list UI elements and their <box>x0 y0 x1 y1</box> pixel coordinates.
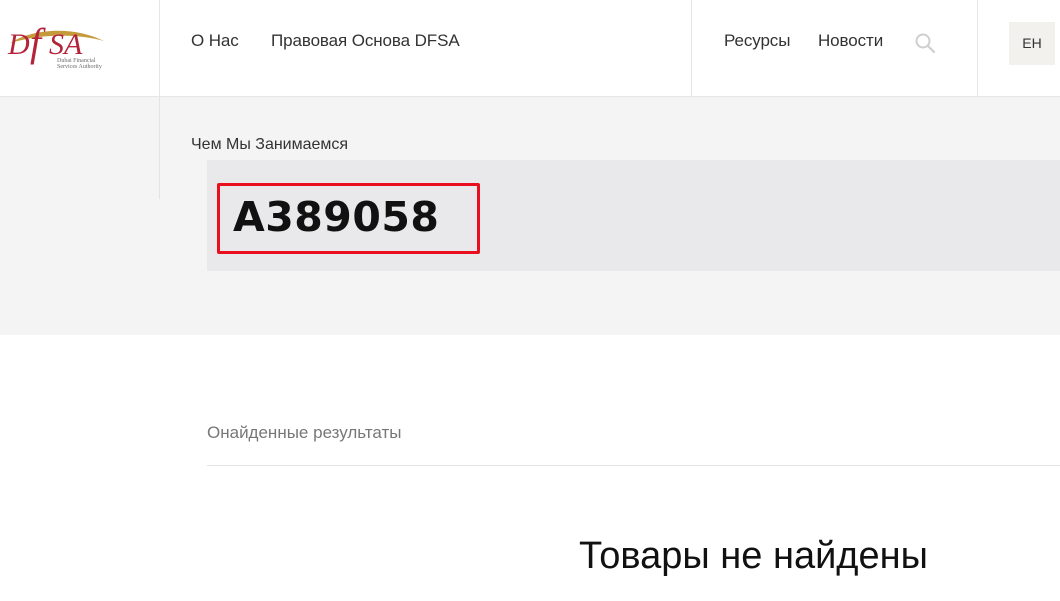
logo-subtext-line2: Services Authority <box>57 64 102 70</box>
highlight-box <box>217 183 480 254</box>
svg-text:D: D <box>7 28 30 61</box>
language-switch-button[interactable]: EH <box>1009 22 1055 65</box>
search-query-box[interactable]: A389058 <box>207 160 1060 271</box>
dfsa-logo[interactable]: D f SA Dubai Financial Services Authorit… <box>4 6 108 76</box>
breadcrumb-section[interactable]: Чем Мы Занимаемся <box>191 136 348 154</box>
nav-about[interactable]: О Нас <box>191 31 239 51</box>
site-header: D f SA Dubai Financial Services Authorit… <box>0 0 1060 97</box>
svg-text:f: f <box>30 20 46 65</box>
svg-text:SA: SA <box>49 28 83 61</box>
nav-news[interactable]: Новости <box>818 31 883 51</box>
hero-divider <box>159 97 160 199</box>
nav-legal-framework[interactable]: Правовая Основа DFSA <box>271 31 460 51</box>
results-divider <box>207 465 1060 466</box>
header-divider <box>159 0 160 97</box>
header-divider <box>977 0 978 97</box>
no-results-message: Товары не найдены <box>579 535 928 577</box>
results-count-label: Онайденные результаты <box>207 423 402 442</box>
nav-resources[interactable]: Ресурсы <box>724 31 790 51</box>
search-icon[interactable] <box>914 32 936 54</box>
header-divider <box>691 0 692 97</box>
search-hero: Чем Мы Занимаемся A389058 <box>0 97 1060 335</box>
